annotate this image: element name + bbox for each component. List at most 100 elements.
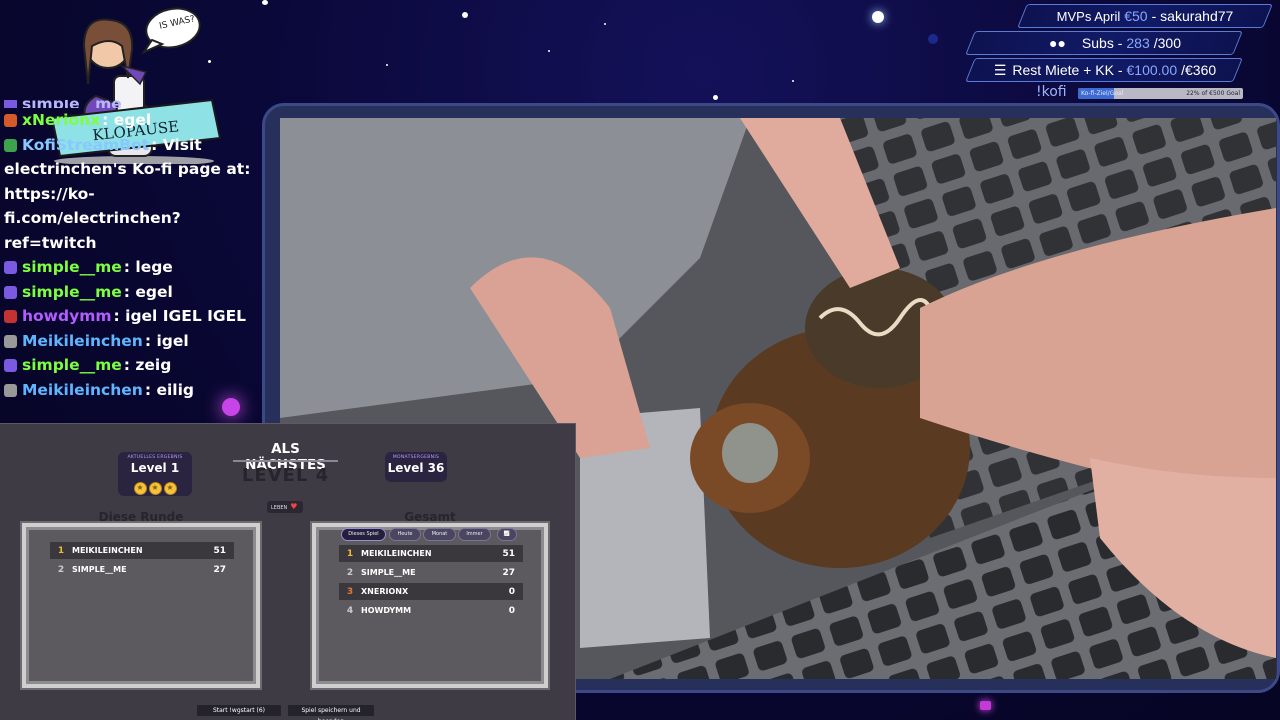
leaderboard-rank: 1 (57, 545, 65, 556)
leaderboard-row: 2 SIMPLE__ME 27 (50, 561, 234, 578)
chat-text: igel IGEL IGEL (125, 307, 247, 325)
tab-heute[interactable]: Heute (389, 528, 421, 541)
chat-message: xNerionx: egel (0, 108, 270, 133)
star-icon: ★ (148, 482, 162, 495)
chat-separator: : (123, 282, 136, 301)
current-level-value: Level 1 (130, 461, 180, 475)
heart-icon: ♥ (290, 502, 298, 511)
chat-username[interactable]: simple__me (22, 356, 122, 374)
leaderboard-score: 0 (508, 586, 515, 597)
chat-separator: : (151, 135, 163, 154)
chat-message: howdymm: igel IGEL IGEL (0, 304, 270, 329)
kofi-progress-bar: Ko-fi-Ziel/Goal 22% of €500 Goal (1078, 88, 1243, 99)
kofi-command: !kofi (1036, 84, 1067, 100)
chat-badge-icon (4, 114, 17, 127)
chat-separator: : (123, 258, 136, 276)
save-and-end-button[interactable]: Spiel speichern und beenden (287, 704, 375, 720)
next-level: LEVEL 4 (241, 465, 330, 486)
chat-message: simple__me (0, 100, 270, 108)
chat-badge-icon (4, 383, 17, 397)
leaderboard-score: 51 (213, 545, 226, 556)
leaderboard-rank: 2 (346, 567, 354, 578)
chart-icon[interactable]: 📈 (497, 528, 517, 541)
tab-immer[interactable]: Immer (458, 528, 491, 541)
chat-badge-icon (4, 334, 17, 348)
chat-username[interactable]: howdymm (22, 307, 112, 325)
chat-badge-icon (4, 100, 17, 108)
star-icon: ★ (163, 482, 177, 495)
chat-text: igel (156, 331, 189, 350)
subs-label: Subs - (1081, 35, 1123, 51)
chat-username[interactable]: simple__me (22, 283, 122, 301)
chat-text: eilig (156, 380, 194, 399)
round-board-title: Diese Runde (98, 510, 184, 524)
chat-badge-icon (4, 285, 17, 299)
chat-text: egel (135, 282, 173, 301)
subs-current: 283 (1126, 35, 1150, 51)
tab-dieses-spiel[interactable]: Dieses Spiel (341, 528, 386, 541)
chat-badge-icon (4, 359, 17, 372)
chat-username[interactable]: simple__me (22, 258, 122, 276)
leaderboard-row: 1 MEIKILEINCHEN 51 (339, 545, 523, 562)
kofi-bar-left-text: Ko-fi-Ziel/Goal (1081, 90, 1124, 97)
leaderboard-rank: 1 (346, 548, 354, 559)
next-up-divider (233, 460, 338, 462)
chat-separator: : (113, 307, 126, 325)
chat-message: simple__me: egel (0, 280, 270, 305)
users-icon: ●● (1049, 35, 1066, 51)
leaderboard-name: MEIKILEINCHEN (361, 549, 432, 558)
chat-username[interactable]: KofiStreamBot (22, 136, 149, 154)
mvp-name: sakurahd77 (1160, 8, 1234, 24)
leaderboard-name: HOWDYMM (361, 606, 412, 615)
tab-monat[interactable]: Monat (423, 528, 456, 541)
chat-message: Meikileinchen: igel (0, 329, 270, 354)
rent-label: Rest Miete + KK - (1012, 62, 1123, 78)
chat-text: zeig (135, 356, 172, 374)
leaderboard-row: 4 HOWDYMM 0 (339, 602, 523, 619)
leaderboard-row: 2 SIMPLE__ME 27 (339, 564, 523, 581)
chat-username[interactable]: xNerionx (22, 111, 100, 129)
chat-panel: simple__mexNerionx: egelKofiStreamBot: V… (0, 100, 270, 426)
chat-message: simple__me: zeig (0, 353, 270, 378)
total-board-title: Gesamt (404, 510, 456, 524)
chat-message: KofiStreamBot: Visit electrinchen's Ko-f… (0, 133, 270, 256)
rent-current: €100.00 (1126, 62, 1178, 78)
level-stars: ★ ★ ★ (118, 475, 192, 495)
mvp-amount: €50 (1124, 8, 1148, 24)
leaderboard-row: 3 XNERIONX 0 (339, 583, 523, 600)
chat-text: lege (135, 258, 173, 276)
leaderboard-rank: 3 (346, 586, 354, 597)
chat-badge-icon (4, 138, 17, 152)
leaderboard-name: XNERIONX (361, 587, 409, 596)
leaderboard-rank: 2 (57, 564, 65, 575)
chat-username[interactable]: Meikileinchen (22, 381, 143, 399)
chat-username[interactable]: Meikileinchen (22, 332, 143, 350)
leaderboard-row: 1 MEIKILEINCHEN 51 (50, 542, 234, 559)
leaderboard-rank: 4 (346, 605, 354, 616)
stream-indicator-icon (980, 701, 991, 710)
rent-goal: /€360 (1181, 62, 1217, 78)
monthly-level-value: Level 36 (387, 461, 445, 475)
chat-text: egel (113, 111, 152, 129)
mvp-label: MVPs April (1056, 8, 1121, 24)
leaderboard-score: 51 (502, 548, 515, 559)
star-icon: ★ (133, 482, 147, 495)
chat-separator: : (144, 331, 157, 350)
start-game-button[interactable]: Start !wgstart (6) (196, 704, 282, 717)
leaderboard-score: 0 (508, 605, 515, 616)
leaderboard-name: SIMPLE__ME (72, 565, 127, 574)
kofi-bar-right-text: 22% of €500 Goal (1186, 90, 1240, 97)
current-level-caption: AKTUELLES ERGEBNIS (127, 455, 183, 460)
chat-username[interactable]: simple__me (22, 100, 122, 108)
chat-badge-icon (4, 261, 17, 274)
monthly-level-box: MONATSERGEBNIS Level 36 (385, 452, 447, 482)
current-level-box: AKTUELLES ERGEBNIS Level 1 ★ ★ ★ (118, 452, 192, 496)
chat-separator: : (102, 111, 114, 129)
monthly-level-caption: MONATSERGEBNIS (392, 455, 440, 460)
leaderboard-score: 27 (213, 564, 226, 575)
leaderboard-score: 27 (502, 567, 515, 578)
lives-indicator: LEBEN ♥ (267, 501, 303, 513)
chat-badge-icon (4, 310, 17, 323)
leaderboard-name: SIMPLE__ME (361, 568, 416, 577)
chat-message: simple__me: lege (0, 255, 270, 280)
